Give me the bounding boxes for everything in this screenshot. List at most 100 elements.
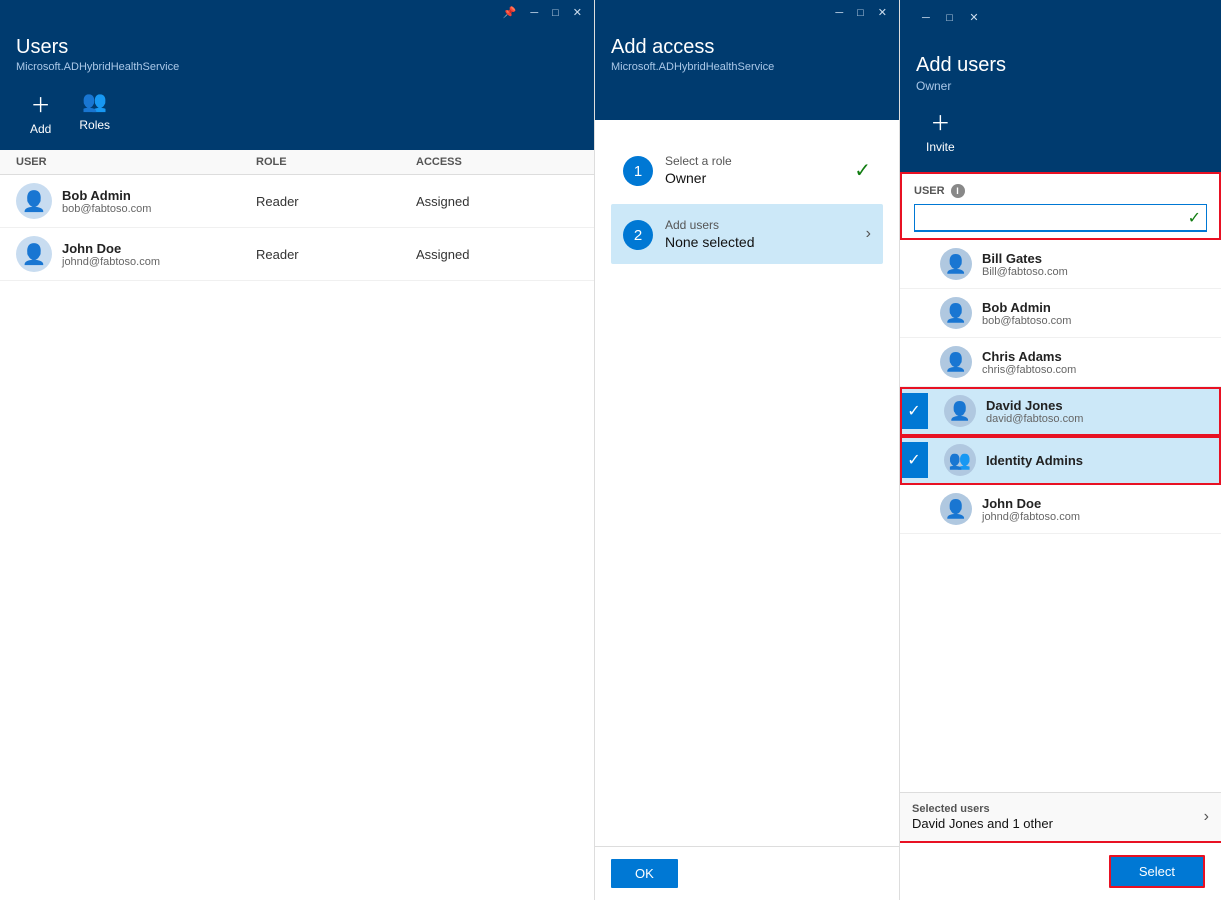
roles-button[interactable]: 👥 Roles: [65, 85, 124, 140]
access-content: 1 Select a role Owner ✓ 2 Add users None…: [595, 120, 899, 900]
close-btn[interactable]: ✕: [567, 6, 588, 21]
avatar: 👤: [16, 183, 52, 219]
step-2-arrow-icon: ›: [866, 225, 871, 243]
access-footer: OK: [595, 846, 899, 900]
roles-icon: 👥: [82, 89, 107, 114]
list-item[interactable]: 👤 John Doe johnd@fabtoso.com: [900, 485, 1221, 534]
users-toolbar: ＋ Add 👥 Roles: [16, 85, 578, 140]
user-email: johnd@fabtoso.com: [982, 511, 1209, 523]
access-title: Add access: [611, 36, 883, 59]
avatar: 👤: [940, 248, 972, 280]
user-name: Identity Admins: [986, 453, 1209, 468]
add-label: Add: [30, 122, 51, 136]
role-cell: Reader: [256, 247, 416, 262]
users-subtitle: Microsoft.ADHybridHealthService: [16, 61, 578, 73]
user-name: Bob Admin: [982, 300, 1209, 315]
search-input-wrap: ✓: [914, 204, 1207, 232]
avatar: 👤: [940, 493, 972, 525]
list-item-identity-admins[interactable]: ✓ 👥 Identity Admins: [900, 436, 1221, 485]
step-2[interactable]: 2 Add users None selected ›: [611, 204, 883, 264]
select-check-icon: ✓: [900, 442, 928, 478]
search-check-icon: ✓: [1188, 208, 1201, 228]
list-item-david-jones[interactable]: ✓ 👤 David Jones david@fabtoso.com: [900, 387, 1221, 436]
table-row: 👤 Bob Admin bob@fabtoso.com Reader Assig…: [0, 175, 594, 228]
minimize-btn[interactable]: ─: [524, 6, 544, 21]
ok-button[interactable]: OK: [611, 859, 678, 888]
user-cell: 👤 John Doe johnd@fabtoso.com: [16, 236, 256, 272]
list-item[interactable]: 👤 Bob Admin bob@fabtoso.com: [900, 289, 1221, 338]
selected-users-bar[interactable]: Selected users David Jones and 1 other ›: [900, 792, 1221, 841]
user-search-input[interactable]: [914, 204, 1207, 232]
maximize-btn[interactable]: □: [546, 6, 565, 21]
access-win-controls: ─ □ ✕: [829, 6, 893, 21]
user-name: Bob Admin: [62, 188, 151, 203]
addusers-subtitle: Owner: [916, 79, 1205, 93]
access-panel: ─ □ ✕ Add access Microsoft.ADHybridHealt…: [595, 0, 900, 900]
step-1-check-icon: ✓: [854, 158, 871, 183]
addusers-footer: Select: [900, 841, 1221, 900]
selected-users-value: David Jones and 1 other: [912, 816, 1053, 831]
user-name: John Doe: [62, 241, 160, 256]
users-panel: 📌 ─ □ ✕ Users Microsoft.ADHybridHealthSe…: [0, 0, 595, 900]
access-header: ─ □ ✕ Add access Microsoft.ADHybridHealt…: [595, 0, 899, 120]
user-list: 👤 Bill Gates Bill@fabtoso.com 👤 Bob Admi…: [900, 240, 1221, 792]
avatar: 👤: [944, 395, 976, 427]
pin-btn[interactable]: 📌: [497, 6, 523, 21]
list-item[interactable]: 👤 Chris Adams chris@fabtoso.com: [900, 338, 1221, 387]
table-header: USER ROLE ACCESS: [0, 150, 594, 175]
users-header: 📌 ─ □ ✕ Users Microsoft.ADHybridHealthSe…: [0, 0, 594, 150]
step-1[interactable]: 1 Select a role Owner ✓: [611, 140, 883, 200]
access-close-btn[interactable]: ✕: [872, 6, 893, 21]
add-icon: ＋: [31, 89, 51, 118]
avatar: 👤: [16, 236, 52, 272]
addusers-panel: ─ □ ✕ Add users Owner ＋ Invite USER i ✓ …: [900, 0, 1221, 900]
user-email: bob@fabtoso.com: [62, 203, 151, 215]
user-email: johnd@fabtoso.com: [62, 256, 160, 268]
col-header-role: ROLE: [256, 156, 416, 168]
access-cell: Assigned: [416, 194, 578, 209]
addusers-header: ─ □ ✕ Add users Owner ＋ Invite: [900, 0, 1221, 172]
access-maximize-btn[interactable]: □: [851, 6, 870, 21]
users-table-container: USER ROLE ACCESS 👤 Bob Admin bob@fabtoso…: [0, 150, 594, 900]
step-2-content: Add users None selected: [665, 218, 866, 250]
user-email: Bill@fabtoso.com: [982, 266, 1209, 278]
access-minimize-btn[interactable]: ─: [829, 6, 849, 21]
role-cell: Reader: [256, 194, 416, 209]
step-2-value: None selected: [665, 234, 866, 250]
invite-button[interactable]: ＋ Invite: [916, 103, 965, 158]
table-row: 👤 John Doe johnd@fabtoso.com Reader Assi…: [0, 228, 594, 281]
addusers-win-controls: ─ □ ✕: [916, 8, 1205, 26]
list-item[interactable]: 👤 Bill Gates Bill@fabtoso.com: [900, 240, 1221, 289]
addusers-close-btn[interactable]: ✕: [963, 11, 984, 26]
select-check-icon: ✓: [900, 393, 928, 429]
user-email: david@fabtoso.com: [986, 413, 1209, 425]
user-email: bob@fabtoso.com: [982, 315, 1209, 327]
user-name: David Jones: [986, 398, 1209, 413]
info-icon: i: [951, 184, 965, 198]
invite-label: Invite: [926, 140, 955, 154]
avatar: 👤: [940, 297, 972, 329]
selected-users-label: Selected users: [912, 803, 1053, 815]
addusers-minimize-btn[interactable]: ─: [916, 11, 936, 26]
step-2-label: Add users: [665, 218, 866, 232]
step-1-number: 1: [623, 156, 653, 186]
step-1-content: Select a role Owner: [665, 154, 854, 186]
user-name: Bill Gates: [982, 251, 1209, 266]
addusers-maximize-btn[interactable]: □: [940, 11, 959, 26]
invite-icon: ＋: [930, 107, 950, 136]
users-title: Users: [16, 36, 578, 59]
addusers-title: Add users: [916, 54, 1205, 77]
col-header-user: USER: [16, 156, 256, 168]
select-button[interactable]: Select: [1109, 855, 1205, 888]
selected-users-arrow-icon: ›: [1204, 808, 1209, 826]
user-search-section: USER i ✓: [900, 172, 1221, 240]
step-1-label: Select a role: [665, 154, 854, 168]
col-header-access: ACCESS: [416, 156, 578, 168]
users-win-controls: 📌 ─ □ ✕: [497, 6, 588, 21]
step-list: 1 Select a role Owner ✓ 2 Add users None…: [595, 120, 899, 846]
user-cell: 👤 Bob Admin bob@fabtoso.com: [16, 183, 256, 219]
avatar: 👤: [940, 346, 972, 378]
user-name: Chris Adams: [982, 349, 1209, 364]
user-field-label: USER: [914, 185, 945, 197]
add-button[interactable]: ＋ Add: [16, 85, 65, 140]
